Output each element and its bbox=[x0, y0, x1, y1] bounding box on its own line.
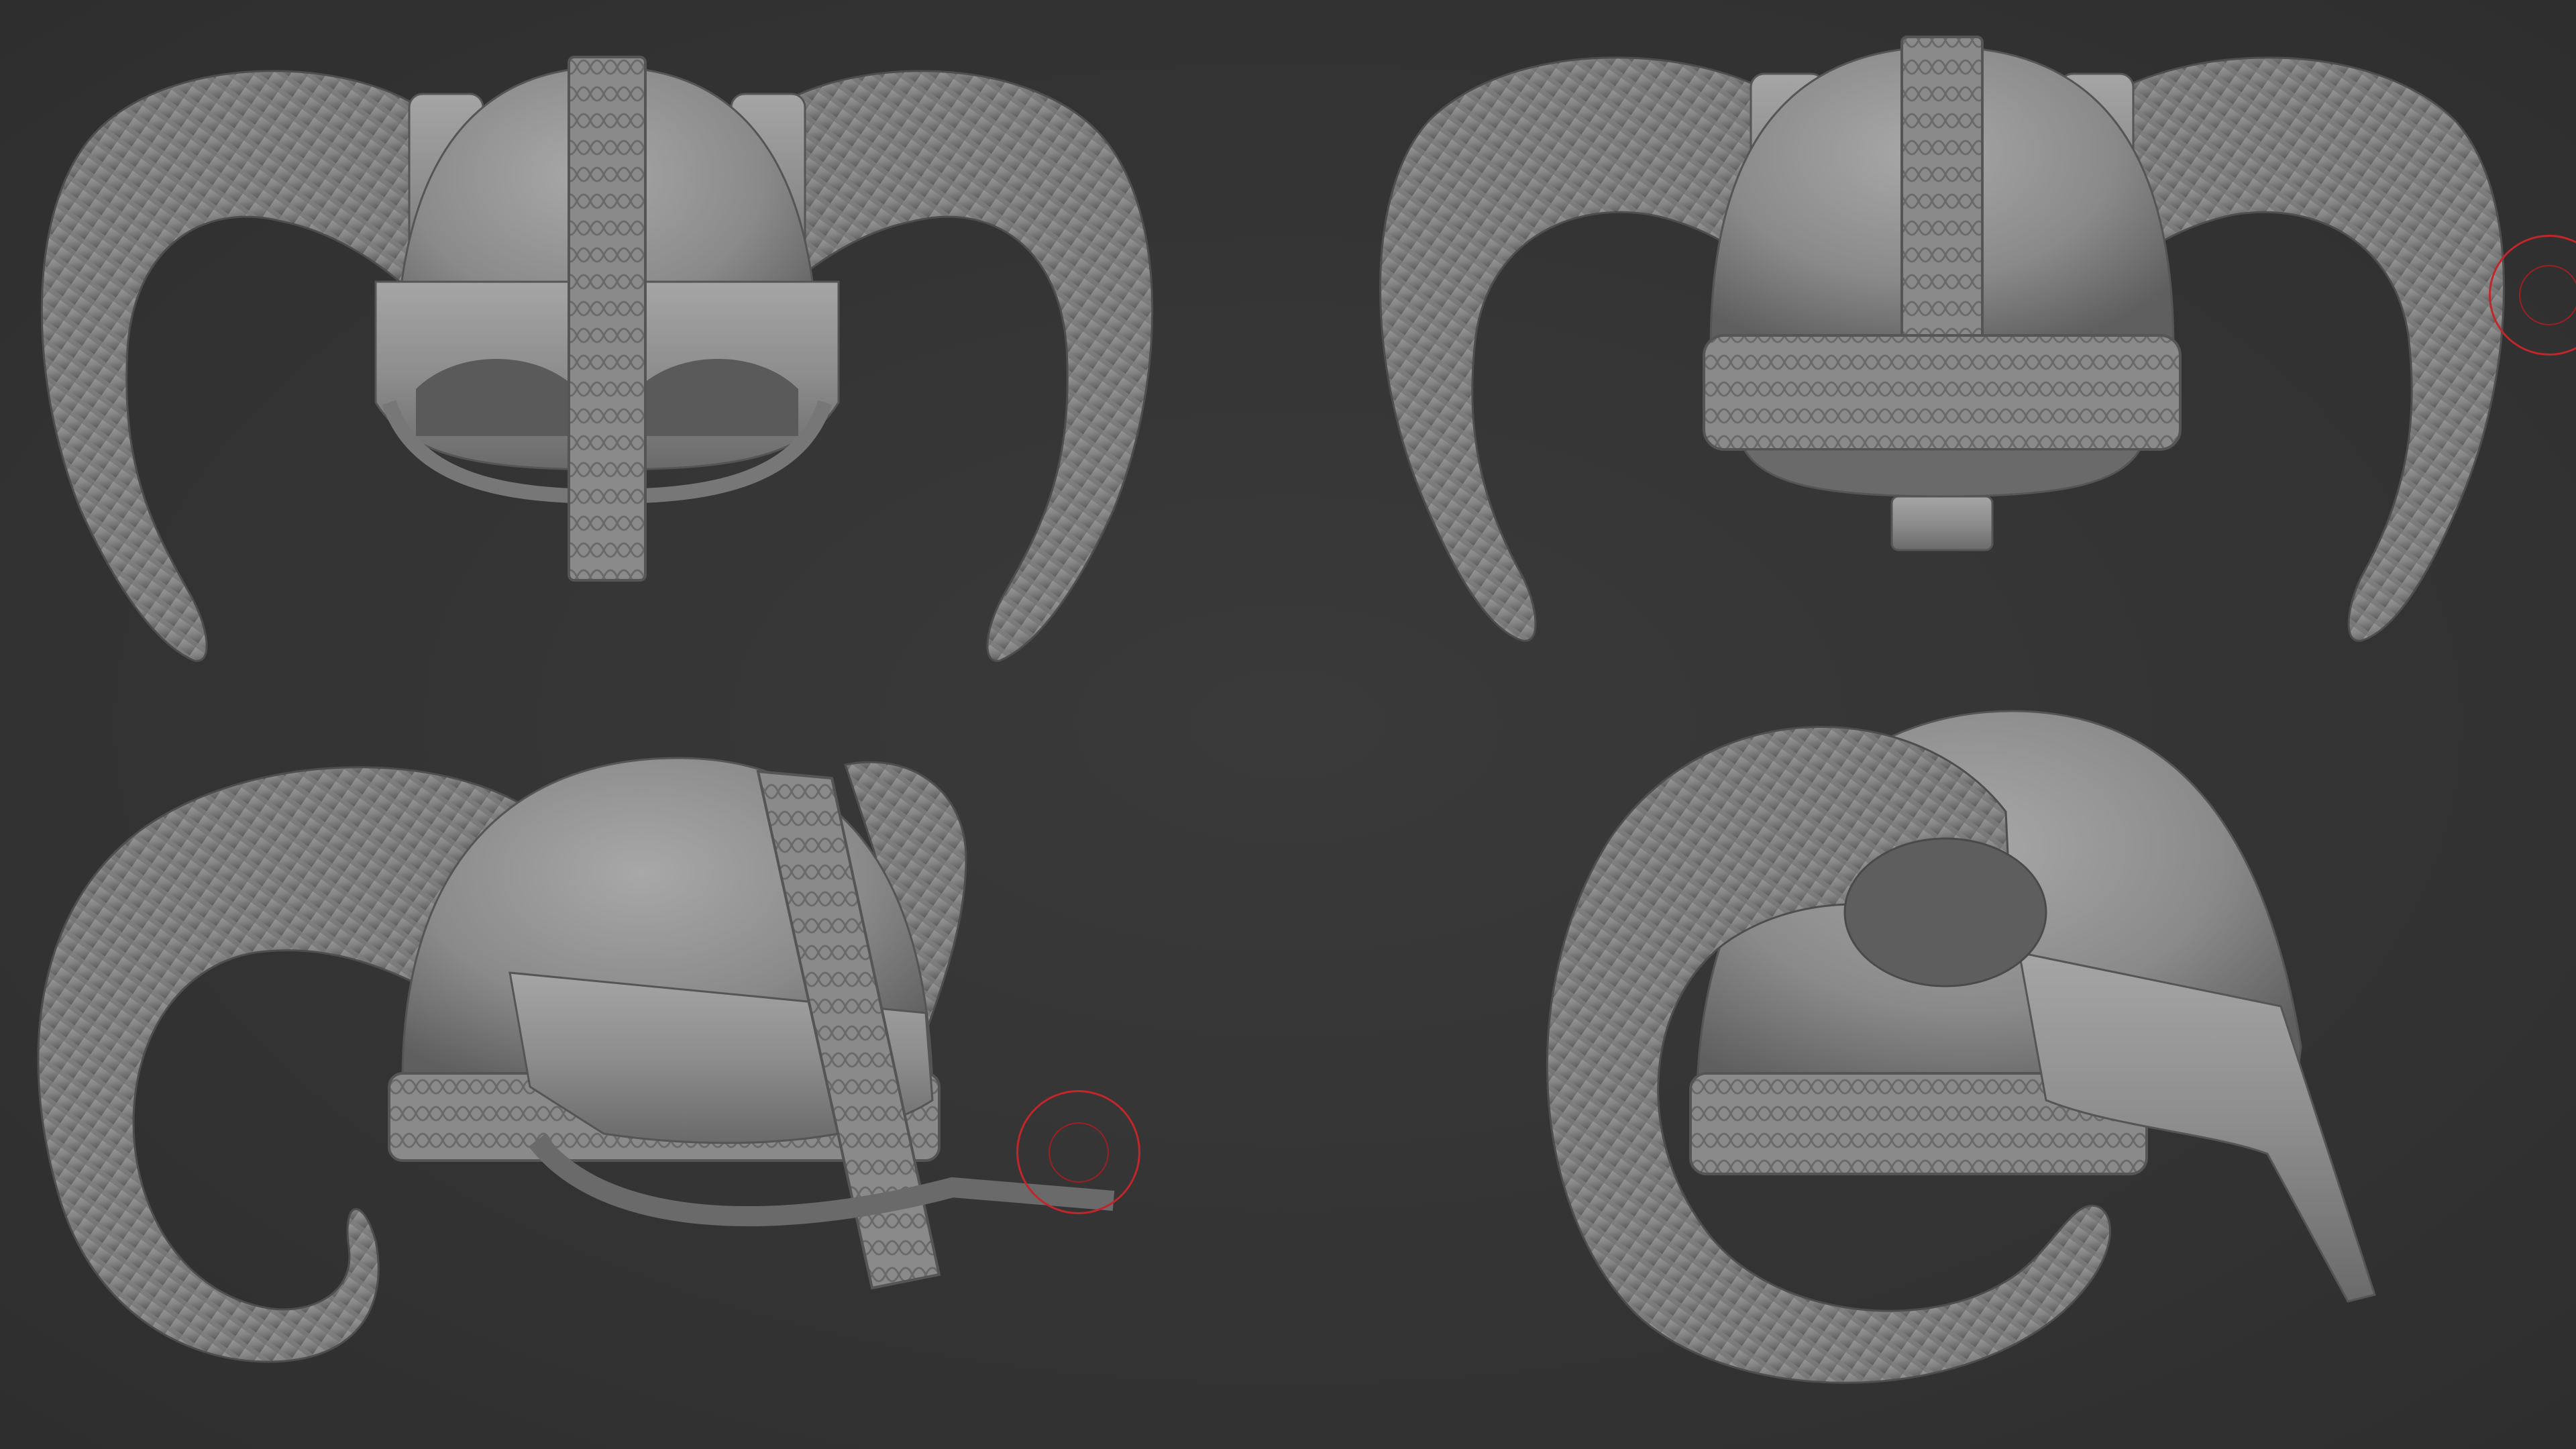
sculpt-viewport[interactable] bbox=[0, 0, 2576, 1449]
nose-guard bbox=[568, 56, 647, 582]
horn-base bbox=[1843, 837, 2047, 987]
nose-tab bbox=[1890, 495, 1994, 551]
back-view[interactable] bbox=[1379, 36, 2505, 642]
front-view[interactable] bbox=[40, 56, 1154, 662]
crest-band bbox=[1900, 36, 1984, 354]
side-view[interactable] bbox=[1546, 710, 2376, 1384]
neck-opening bbox=[1742, 448, 2142, 498]
rim-band bbox=[1703, 334, 2182, 451]
helmet-model-canvas[interactable] bbox=[0, 0, 2576, 1449]
three-quarter-view[interactable] bbox=[37, 757, 1115, 1363]
left-horn bbox=[40, 70, 431, 662]
